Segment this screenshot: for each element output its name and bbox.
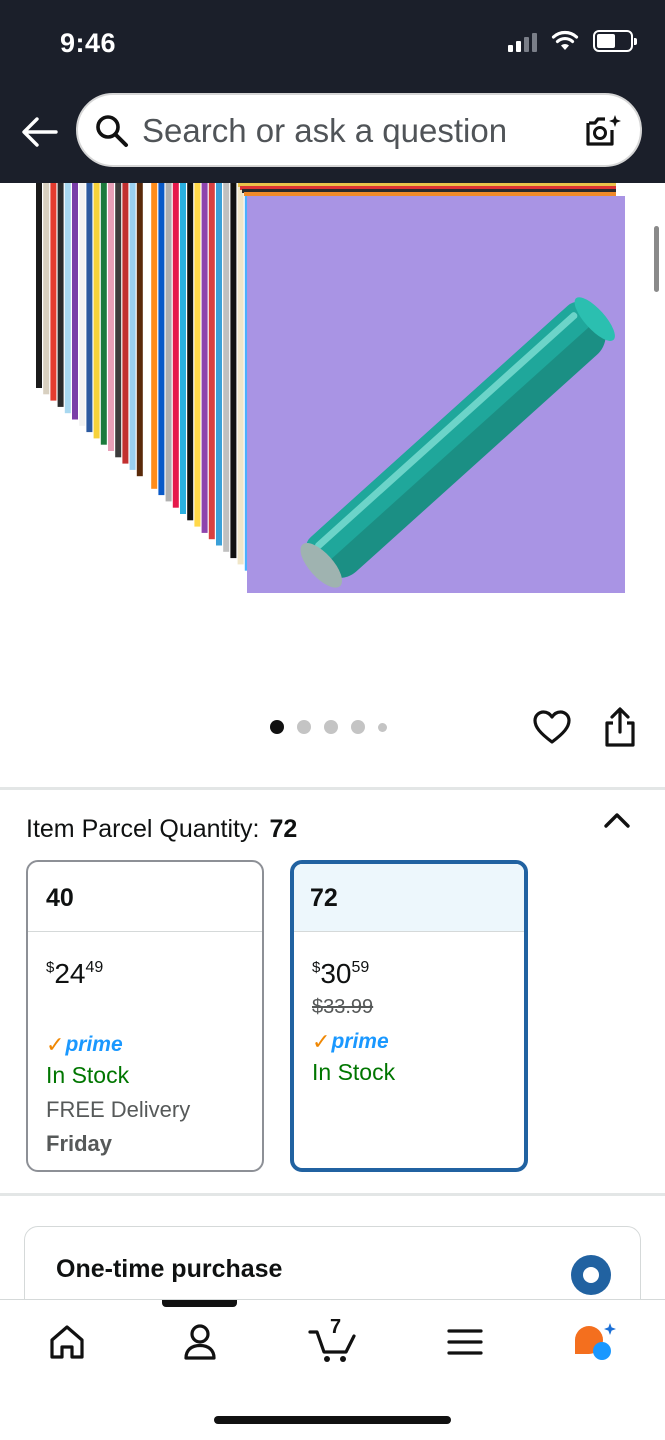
search-icon <box>96 115 128 147</box>
share-icon[interactable] <box>602 706 638 748</box>
scrollbar[interactable] <box>654 226 659 292</box>
pagination-dot[interactable] <box>297 720 311 734</box>
option-size: 72 <box>294 864 524 932</box>
cart-count: 7 <box>330 1316 342 1338</box>
pagination-dot[interactable] <box>270 720 284 734</box>
prime-badge: ✓ prime <box>312 1029 389 1054</box>
menu-icon[interactable] <box>443 1320 487 1364</box>
quantity-option-72[interactable]: 72 $3059 $33.99 ✓ prime In Stock <box>290 860 528 1172</box>
nav-active-indicator <box>162 1300 237 1307</box>
pagination-dot[interactable] <box>351 720 365 734</box>
quantity-label-text: Item Parcel Quantity: <box>26 815 260 843</box>
stock-status: In Stock <box>46 1062 130 1088</box>
stock-status: In Stock <box>312 1059 396 1085</box>
vinyl-sheets-illustration <box>36 183 625 593</box>
status-time: 9:46 <box>60 28 117 58</box>
option-size: 40 <box>28 862 262 932</box>
pagination-dot[interactable] <box>378 722 387 732</box>
option-price: $2449 <box>46 958 104 989</box>
back-arrow-icon[interactable] <box>20 114 60 150</box>
section-divider <box>0 1193 665 1196</box>
delivery-day: Friday <box>46 1131 113 1156</box>
radio-selected[interactable] <box>571 1255 611 1295</box>
top-bar: 9:46 Search or ask a question <box>0 0 665 183</box>
quantity-selected-value: 72 <box>269 815 298 843</box>
quantity-label: Item Parcel Quantity: 72 <box>26 815 297 844</box>
delivery-text: FREE Delivery <box>46 1097 191 1122</box>
list-price: $33.99 <box>312 996 374 1018</box>
camera-search-icon[interactable] <box>584 113 622 149</box>
search-bar[interactable]: Search or ask a question <box>76 93 642 167</box>
image-pagination-dots[interactable] <box>270 720 387 734</box>
lavender-vinyl-sheet <box>247 196 625 593</box>
chevron-up-icon[interactable] <box>601 808 633 834</box>
product-image[interactable] <box>0 183 665 693</box>
option-price: $3059 <box>312 958 370 989</box>
search-input[interactable]: Search or ask a question <box>142 112 507 150</box>
rufus-assistant-icon[interactable] <box>572 1320 620 1364</box>
prime-badge: ✓ prime <box>46 1032 123 1057</box>
home-indicator <box>214 1416 451 1424</box>
status-icons <box>508 30 637 52</box>
heart-icon[interactable] <box>532 708 572 746</box>
pagination-dot[interactable] <box>324 720 338 734</box>
one-time-purchase-label: One-time purchase <box>56 1255 283 1283</box>
home-icon[interactable] <box>45 1320 89 1364</box>
quantity-option-40[interactable]: 40 $2449 ✓ prime In Stock FREE Delivery F… <box>26 860 264 1172</box>
account-icon[interactable] <box>178 1320 222 1364</box>
signal-icon <box>508 30 537 52</box>
battery-icon <box>593 30 637 52</box>
wifi-icon <box>551 30 579 50</box>
section-divider <box>0 787 665 790</box>
